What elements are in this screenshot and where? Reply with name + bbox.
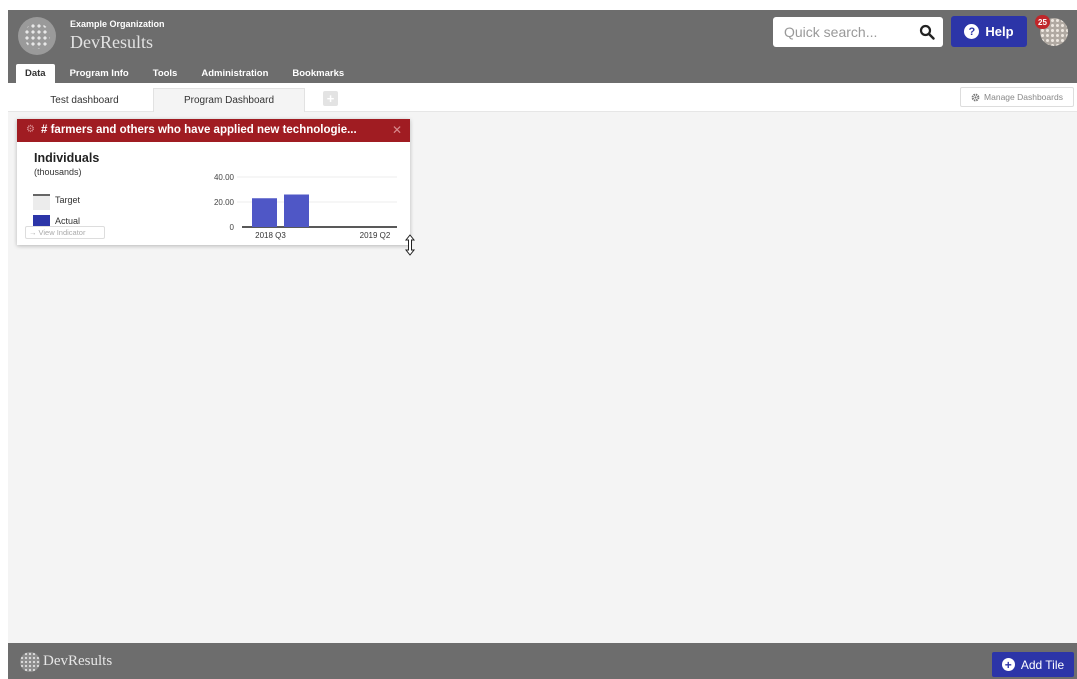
manage-dashboards-button[interactable]: Manage Dashboards: [960, 87, 1074, 107]
plus-icon: +: [326, 91, 335, 106]
y-tick-label: 40.00: [214, 173, 235, 182]
add-tile-button[interactable]: + Add Tile: [992, 652, 1074, 677]
dashboard-tabs-bar: Test dashboard Program Dashboard: [8, 83, 1077, 112]
gear-icon: [971, 93, 980, 101]
resize-cursor-icon: [404, 234, 416, 256]
tab-program-dashboard[interactable]: Program Dashboard: [153, 88, 305, 112]
bar-actual: [252, 198, 277, 227]
nav-item-tools[interactable]: Tools: [144, 64, 187, 83]
nav-item-bookmarks[interactable]: Bookmarks: [283, 64, 353, 83]
tile-settings-icon[interactable]: ⚙: [26, 124, 35, 135]
add-tile-label: Add Tile: [1020, 657, 1065, 672]
bar-actual: [284, 194, 309, 227]
app-window: Example Organization DevResults ? Help 2…: [8, 10, 1077, 679]
view-indicator-button[interactable]: → View Indicator: [25, 226, 105, 239]
indicator-tile[interactable]: ⚙ # farmers and others who have applied …: [17, 119, 410, 245]
quick-search: [773, 17, 943, 47]
nav-item-data[interactable]: Data: [16, 64, 55, 83]
plus-circle-icon: +: [1001, 658, 1015, 671]
tile-header[interactable]: ⚙ # farmers and others who have applied …: [17, 119, 410, 142]
nav-item-program-info[interactable]: Program Info: [61, 64, 138, 83]
notification-badge[interactable]: 25: [1035, 15, 1050, 29]
unit-subtitle: (thousands): [34, 167, 82, 177]
nav-item-administration[interactable]: Administration: [192, 64, 277, 83]
arrow-right-icon: →: [29, 228, 37, 237]
org-name: Example Organization: [70, 19, 165, 29]
main-nav: Data Program Info Tools Administration B…: [16, 64, 359, 83]
help-button[interactable]: ? Help: [951, 16, 1027, 47]
footer-app-name: DevResults: [43, 653, 113, 669]
legend-target-swatch: [33, 194, 50, 210]
add-dashboard-tab-button[interactable]: +: [323, 91, 338, 106]
search-input[interactable]: [773, 17, 913, 47]
search-icon[interactable]: [919, 24, 935, 40]
globe-logo-icon[interactable]: [18, 17, 56, 55]
y-tick-label: 0: [230, 223, 235, 232]
question-icon: ?: [964, 24, 980, 39]
x-tick-label: 2019 Q2: [360, 231, 391, 240]
globe-logo-icon: [20, 652, 40, 672]
x-tick-label: 2018 Q3: [255, 231, 286, 240]
help-label: Help: [985, 24, 1014, 39]
app-name[interactable]: DevResults: [70, 32, 153, 53]
view-indicator-label: View Indicator: [38, 228, 86, 237]
close-icon[interactable]: ✕: [392, 123, 402, 137]
legend-actual-label: Actual: [55, 216, 81, 226]
manage-dashboards-label: Manage Dashboards: [984, 92, 1063, 102]
indicator-chart: 0 20.00 40.00 2018 Q3 2019 Q2: [214, 173, 397, 240]
legend-target-label: Target: [55, 195, 81, 205]
top-bar: Example Organization DevResults ? Help 2…: [8, 10, 1077, 83]
footer-bar: DevResults + Add Tile: [8, 643, 1077, 679]
tile-title[interactable]: # farmers and others who have applied ne…: [41, 124, 357, 136]
unit-title: Individuals: [34, 151, 100, 165]
y-tick-label: 20.00: [214, 198, 235, 207]
tab-test-dashboard[interactable]: Test dashboard: [16, 88, 153, 112]
